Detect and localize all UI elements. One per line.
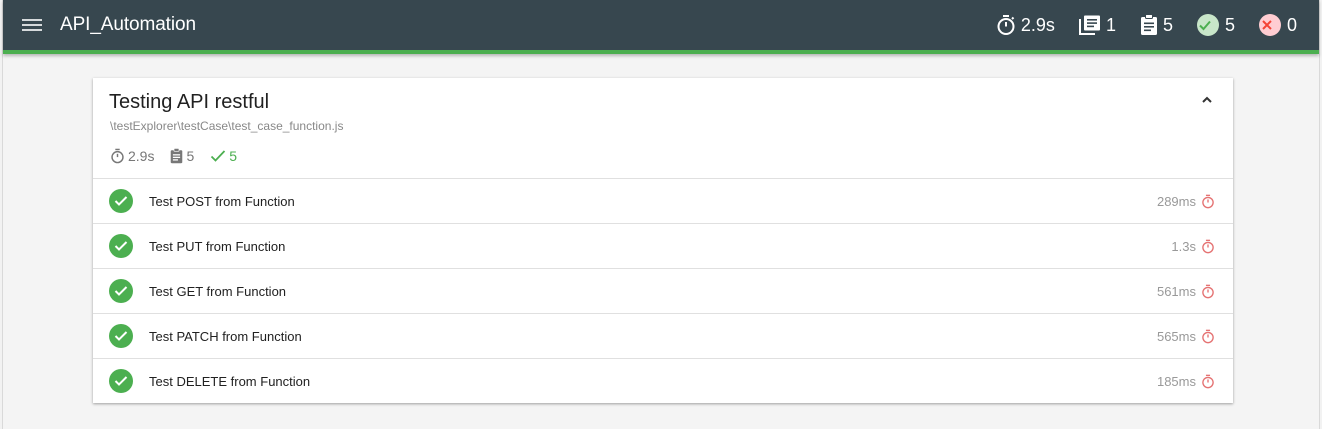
suite-test-count: 5 [170, 148, 194, 164]
failed-x-icon [1258, 14, 1281, 36]
passed-check-icon [109, 369, 133, 393]
failed-stat[interactable]: 0 [1258, 14, 1297, 36]
tests-stat[interactable]: 5 [1140, 14, 1173, 36]
test-row[interactable]: Test DELETE from Function 185ms [93, 359, 1233, 403]
suite-card: Testing API restful \testExplorer\testCa… [93, 78, 1233, 403]
suite-passed-count: 5 [210, 148, 237, 164]
library-books-icon [1078, 15, 1100, 35]
test-name: Test PUT from Function [149, 238, 286, 254]
app-title: API_Automation [60, 14, 196, 35]
suites-stat[interactable]: 1 [1078, 14, 1116, 36]
test-duration: 1.3s [1171, 239, 1215, 254]
suite-stats: 2.9s 5 5 [110, 148, 253, 164]
passed-check-icon [109, 324, 133, 348]
passed-check-icon [109, 189, 133, 213]
slow-timer-icon [1202, 239, 1214, 253]
test-duration: 289ms [1157, 194, 1215, 209]
test-duration: 185ms [1157, 374, 1215, 389]
suite-duration: 2.9s [110, 148, 154, 164]
test-duration: 565ms [1157, 329, 1215, 344]
suite-file-path: \testExplorer\testCase\test_case_functio… [110, 119, 344, 133]
test-duration: 561ms [1157, 284, 1215, 299]
suites-count: 1 [1105, 14, 1116, 35]
tests-count: 5 [1162, 14, 1173, 35]
top-navbar: API_Automation 2.9s 1 5 5 0 [3, 0, 1319, 54]
slow-timer-icon [1202, 194, 1214, 208]
test-row[interactable]: Test PATCH from Function 565ms [93, 314, 1233, 359]
slow-timer-icon [1202, 284, 1214, 298]
check-icon [211, 150, 226, 162]
test-name: Test DELETE from Function [149, 373, 311, 389]
test-name: Test POST from Function [149, 193, 295, 209]
slow-timer-icon [1202, 329, 1214, 343]
hamburger-menu-icon[interactable] [22, 17, 42, 33]
failed-count: 0 [1286, 14, 1297, 35]
passed-check-icon [1196, 14, 1219, 36]
test-row[interactable]: Test GET from Function 561ms [93, 269, 1233, 314]
clipboard-icon [1140, 14, 1157, 35]
test-list: Test POST from Function 289ms Test PUT f… [93, 179, 1233, 403]
test-name: Test GET from Function [149, 283, 287, 299]
collapse-chevron-up-icon[interactable] [1199, 92, 1215, 108]
report-frame: API_Automation 2.9s 1 5 5 0 Testing API … [2, 0, 1320, 429]
passed-count: 5 [1224, 14, 1235, 35]
test-name: Test PATCH from Function [149, 328, 302, 344]
total-duration-stat[interactable]: 2.9s [996, 14, 1055, 36]
total-duration-value: 2.9s [1020, 14, 1055, 35]
slow-timer-icon [1202, 374, 1214, 388]
test-row[interactable]: Test PUT from Function 1.3s [93, 224, 1233, 269]
suite-header[interactable]: Testing API restful \testExplorer\testCa… [93, 78, 1233, 179]
stopwatch-icon [111, 148, 124, 164]
summary-stats: 2.9s 1 5 5 0 [972, 14, 1297, 36]
passed-stat[interactable]: 5 [1196, 14, 1235, 36]
clipboard-icon [171, 148, 183, 164]
stopwatch-icon [997, 15, 1015, 35]
suite-title: Testing API restful [109, 91, 270, 113]
test-row[interactable]: Test POST from Function 289ms [93, 179, 1233, 224]
passed-check-icon [109, 234, 133, 258]
passed-check-icon [109, 279, 133, 303]
